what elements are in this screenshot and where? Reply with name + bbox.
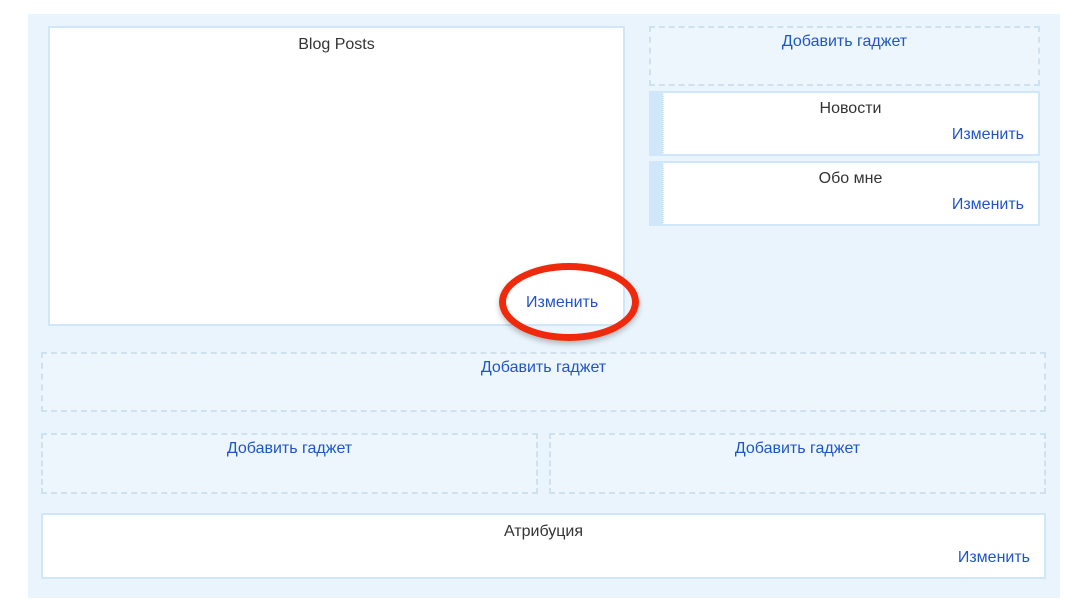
blog-posts-title: Blog Posts bbox=[298, 36, 375, 53]
about-me-gadget-edit-link[interactable]: Изменить bbox=[952, 196, 1024, 214]
footer-right-add-gadget-slot[interactable]: Добавить гаджет bbox=[549, 433, 1046, 494]
footer-right-add-gadget-link[interactable]: Добавить гаджет bbox=[551, 440, 1044, 458]
blog-posts-edit-link[interactable]: Изменить bbox=[526, 294, 598, 312]
about-me-gadget[interactable]: Обо мне Изменить bbox=[649, 161, 1040, 226]
about-me-gadget-title: Обо мне bbox=[818, 170, 883, 187]
news-gadget[interactable]: Новости Изменить bbox=[649, 91, 1040, 156]
attribution-gadget-title: Атрибуция bbox=[503, 523, 584, 540]
footer-left-add-gadget-slot[interactable]: Добавить гаджет bbox=[41, 433, 538, 494]
footer-add-gadget-link[interactable]: Добавить гаджет bbox=[43, 359, 1044, 377]
layout-editor: Blog Posts Изменить Добавить гаджет Ново… bbox=[0, 0, 1065, 600]
news-gadget-title: Новости bbox=[819, 100, 882, 117]
sidebar-add-gadget-slot[interactable]: Добавить гаджет bbox=[649, 26, 1040, 86]
footer-add-gadget-slot[interactable]: Добавить гаджет bbox=[41, 352, 1046, 412]
news-gadget-edit-link[interactable]: Изменить bbox=[952, 126, 1024, 144]
attribution-edit-link[interactable]: Изменить bbox=[958, 549, 1030, 567]
footer-left-add-gadget-link[interactable]: Добавить гаджет bbox=[43, 440, 536, 458]
sidebar-add-gadget-link[interactable]: Добавить гаджет bbox=[651, 33, 1038, 51]
attribution-gadget[interactable]: Атрибуция Изменить bbox=[41, 513, 1046, 579]
blog-posts-widget[interactable]: Blog Posts Изменить bbox=[48, 26, 625, 326]
